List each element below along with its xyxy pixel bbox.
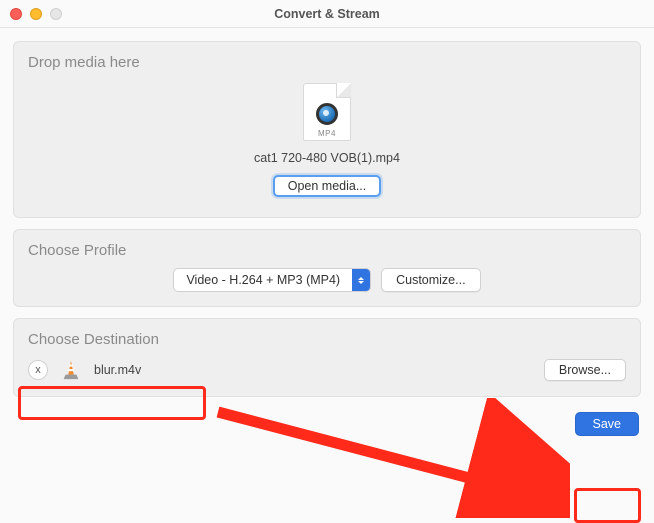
drop-media-label: Drop media here bbox=[28, 54, 626, 71]
profile-panel: Choose Profile Video - H.264 + MP3 (MP4)… bbox=[13, 229, 641, 307]
profile-select[interactable]: Video - H.264 + MP3 (MP4) bbox=[173, 268, 371, 292]
file-ext-label: MP4 bbox=[318, 129, 336, 138]
quicktime-icon bbox=[316, 103, 338, 125]
profile-selected-value: Video - H.264 + MP3 (MP4) bbox=[174, 273, 352, 287]
maximize-window-button bbox=[50, 8, 62, 20]
destination-panel: Choose Destination x vlc-icon blur.m4v B… bbox=[13, 318, 641, 397]
destination-label: Choose Destination bbox=[28, 331, 626, 348]
clear-destination-button[interactable]: x bbox=[28, 360, 48, 380]
close-window-button[interactable] bbox=[10, 8, 22, 20]
destination-row: x vlc-icon blur.m4v Browse... bbox=[28, 348, 626, 384]
content: Drop media here quicktime-icon MP4 cat1 … bbox=[0, 28, 654, 449]
annotation-highlight-save bbox=[574, 488, 641, 523]
footer: Save bbox=[13, 408, 641, 436]
open-media-button[interactable]: Open media... bbox=[273, 175, 382, 197]
file-icon: quicktime-icon MP4 bbox=[303, 83, 351, 141]
drop-media-panel: Drop media here quicktime-icon MP4 cat1 … bbox=[13, 41, 641, 218]
customize-button[interactable]: Customize... bbox=[381, 268, 480, 292]
drop-area[interactable]: quicktime-icon MP4 cat1 720-480 VOB(1).m… bbox=[28, 71, 626, 205]
save-button[interactable]: Save bbox=[575, 412, 640, 436]
destination-filename: blur.m4v bbox=[94, 363, 532, 377]
select-arrows-icon bbox=[352, 269, 370, 291]
dropped-filename: cat1 720-480 VOB(1).mp4 bbox=[254, 151, 400, 165]
window-controls bbox=[10, 8, 62, 20]
browse-button[interactable]: Browse... bbox=[544, 359, 626, 381]
minimize-window-button[interactable] bbox=[30, 8, 42, 20]
window-title: Convert & Stream bbox=[0, 7, 654, 21]
titlebar: Convert & Stream bbox=[0, 0, 654, 28]
profile-row: Video - H.264 + MP3 (MP4) Customize... bbox=[28, 259, 626, 294]
profile-label: Choose Profile bbox=[28, 242, 626, 259]
vlc-icon: vlc-icon bbox=[60, 358, 82, 382]
